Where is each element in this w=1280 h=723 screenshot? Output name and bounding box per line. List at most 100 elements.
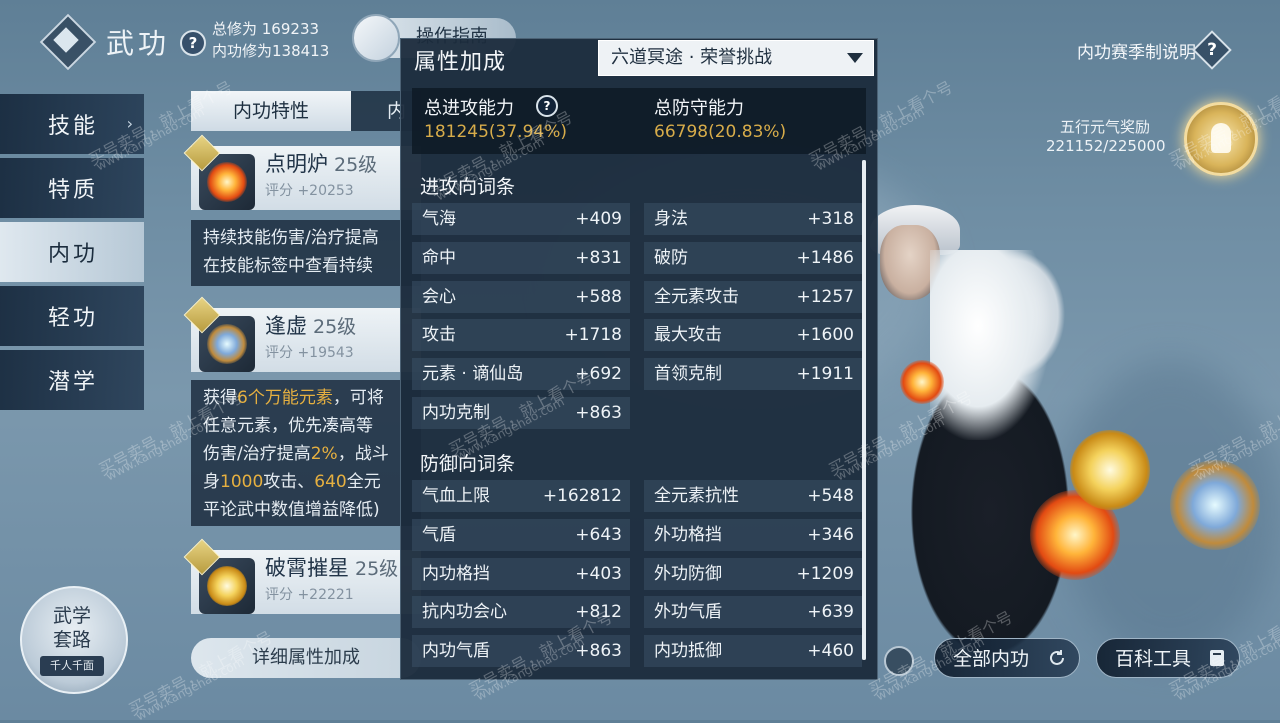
attribute-row: 内功抵御 +460 [644,635,862,667]
meditating-figure-icon [1211,123,1231,153]
attribute-row: 破防 +1486 [644,242,862,274]
attribute-label: 内功气盾 [422,641,490,661]
gold-orb-effect [1070,430,1150,510]
settings-circle-icon[interactable] [884,646,914,676]
card-description: 获得6个万能元素，可将 任意元素，优先凑高等 伤害/治疗提高2%，战斗 身1000攻击… [191,380,421,526]
attribute-label: 会心 [422,287,456,307]
attribute-row: 内功气盾 +863 [412,635,630,667]
attribute-label: 元素 · 谪仙岛 [422,364,524,384]
description-line: 任意元素，优先凑高等 [203,416,373,436]
attribute-value: +588 [575,287,622,307]
attribute-row: 外功气盾 +639 [644,596,862,628]
attribute-label: 内功抵御 [654,641,722,661]
attribute-row: 首领克制 +1911 [644,358,862,390]
ring-icon [207,324,247,364]
total-cultivation: 总修为 169233 [212,20,320,38]
attribute-row: 外功防御 +1209 [644,558,862,590]
sidebar-item-skills[interactable]: 技能 › [0,94,144,154]
attribute-value: +346 [807,525,854,545]
attribute-row: 内功克制 +863 [412,397,630,429]
attribute-label: 外功防御 [654,564,722,584]
attribute-value: +409 [575,209,622,229]
attribute-row: 气血上限 +162812 [412,480,630,512]
attribute-value: +1911 [796,364,854,384]
card-score: 评分 +20253 [265,183,354,199]
reward-label: 五行元气奖励 [1060,118,1151,136]
sidebar-item-traits[interactable]: 特质 [0,158,144,218]
card-score: 评分 +22221 [265,587,354,603]
total-defense-label: 总防守能力 [654,98,744,119]
attribute-value: +863 [575,403,622,423]
attribute-value: +162812 [542,486,622,506]
inner-power-card[interactable]: 破霄摧星 25级 评分 +22221 [183,538,421,614]
attribute-value: +460 [807,641,854,661]
sidebar-item-label: 特质 [48,178,99,203]
attribute-value: +548 [807,486,854,506]
sidebar-item-label: 内功 [48,242,99,267]
card-name: 逢虚 25级 [265,314,357,338]
attribute-value: +1257 [796,287,854,307]
encyclopedia-button[interactable]: 百科工具 [1096,638,1240,678]
fire-orb-effect [900,360,944,404]
attribute-value: +831 [575,248,622,268]
character-fur-collar [930,250,1050,440]
attribute-value: +643 [575,525,622,545]
description-line: 获得6个万能元素，可将 [203,388,384,408]
attribute-label: 攻击 [422,325,456,345]
attribute-row: 抗内功会心 +812 [412,596,630,628]
guide-book-icon [352,14,400,62]
total-defense-value: 66798(20.83%) [654,122,787,142]
attribute-row: 气海 +409 [412,203,630,235]
card-description: 持续技能伤害/治疗提高 在技能标签中查看持续 [191,220,421,286]
description-line: 身1000攻击、640全元 [203,472,381,492]
inner-cultivation: 内功修为138413 [212,42,330,60]
reward-icon[interactable] [1184,102,1258,176]
attribute-label: 最大攻击 [654,325,722,345]
attribute-label: 全元素抗性 [654,486,739,506]
help-icon[interactable]: ? [180,30,206,56]
attribute-value: +639 [807,602,854,622]
detail-attributes-button[interactable]: 详细属性加成 [191,638,421,678]
jade-orb-effect [1170,460,1260,550]
attribute-value: +692 [575,364,622,384]
total-attack-label: 总进攻能力 [424,98,514,119]
attribute-label: 内功克制 [422,403,490,423]
attribute-row: 内功格挡 +403 [412,558,630,590]
encyclopedia-label: 百科工具 [1115,648,1192,670]
attribute-row: 全元素攻击 +1257 [644,281,862,313]
attribute-label: 破防 [654,248,688,268]
season-rules-link[interactable]: 内功赛季制说明 [1077,38,1196,63]
panel-scroll-thumb[interactable] [862,160,866,660]
attribute-value: +1600 [796,325,854,345]
description-line: 伤害/治疗提高2%，战斗 [203,444,389,464]
panel-title: 属性加成 [414,50,507,75]
attribute-row: 气盾 +643 [412,519,630,551]
all-inner-power-button[interactable]: 全部内功 [934,638,1080,678]
attribute-label: 命中 [422,248,456,268]
defense-section-heading: 防御向词条 [420,453,516,475]
attribute-row: 最大攻击 +1600 [644,319,862,351]
attack-help-icon[interactable]: ? [536,95,558,117]
attribute-row: 外功格挡 +346 [644,519,862,551]
inner-power-card[interactable]: 逢虚 25级 评分 +19543 [183,296,421,372]
attribute-value: +812 [575,602,622,622]
sidebar-item-latent[interactable]: 潜学 [0,350,144,410]
dropdown-value: 六道冥途 · 荣誉挑战 [611,47,773,68]
season-help-glyph: ? [1207,40,1217,60]
tab-inner-traits[interactable]: 内功特性 [191,91,351,131]
attribute-row: 命中 +831 [412,242,630,274]
attribute-label: 全元素攻击 [654,287,739,307]
sidebar-item-inner-power[interactable]: 内功 [0,222,144,282]
attribute-label: 外功气盾 [654,602,722,622]
attribute-label: 气盾 [422,525,456,545]
card-name: 破霄摧星 25级 [265,556,399,580]
description-line: 平论武中数值增益降低) [203,500,380,520]
sidebar-item-lightness[interactable]: 轻功 [0,286,144,346]
reward-value: 221152/225000 [1046,137,1166,155]
inner-power-card[interactable]: 点明炉 25级 评分 +20253 [183,134,421,210]
martial-routine-subtitle: 千人千面 [40,656,104,676]
attribute-value: +403 [575,564,622,584]
attribute-label: 外功格挡 [654,525,722,545]
mode-dropdown[interactable]: 六道冥途 · 荣誉挑战 [598,40,874,76]
caret-down-icon [847,53,863,63]
